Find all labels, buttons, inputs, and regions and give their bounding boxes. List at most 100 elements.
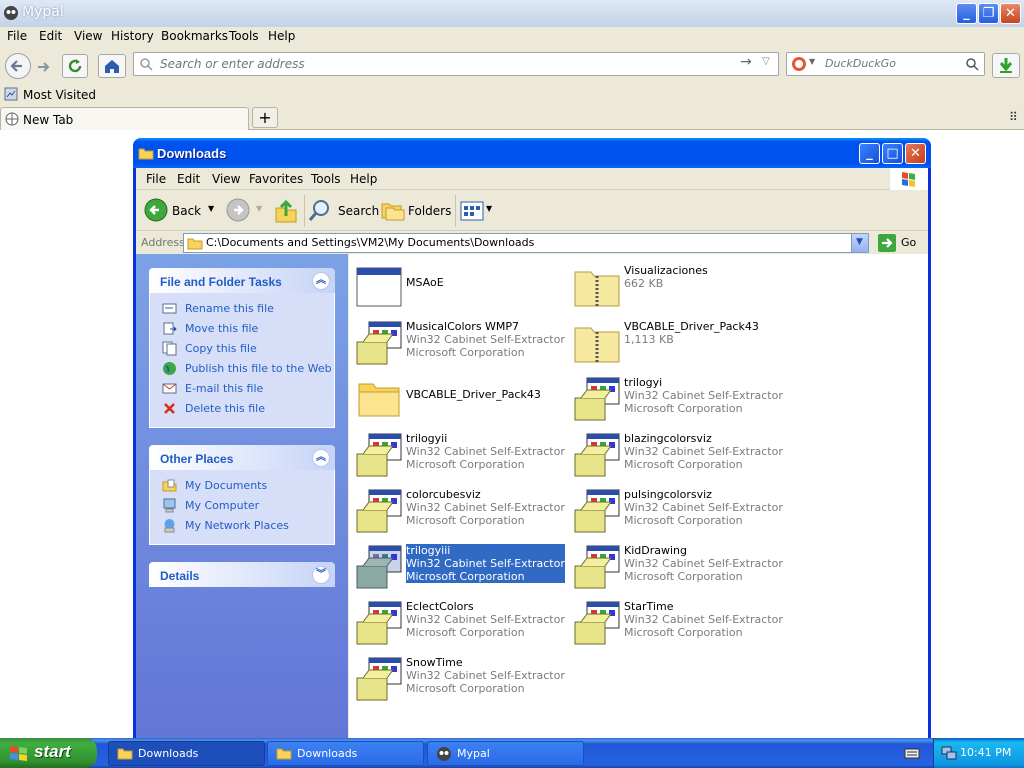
most-visited-bookmark[interactable]: Most Visited [23, 88, 96, 102]
menu-view[interactable]: View [74, 29, 102, 43]
expand-chevron-icon[interactable]: ︾ [312, 566, 330, 584]
file-item[interactable]: blazingcolorsviz Win32 Cabinet Self-Extra… [569, 428, 783, 482]
file-item[interactable]: SnowTime Win32 Cabinet Self-Extractor Micr… [351, 652, 565, 706]
menu-history[interactable]: History [111, 29, 154, 43]
exp-menu-edit[interactable]: Edit [177, 172, 200, 186]
browser-minimize-button[interactable]: _ [956, 3, 977, 24]
taskbar-button-downloads-2[interactable]: Downloads [267, 741, 424, 766]
exp-menu-tools[interactable]: Tools [311, 172, 341, 186]
details-header[interactable]: Details ︾ [149, 562, 335, 587]
exp-menu-help[interactable]: Help [350, 172, 377, 186]
clock[interactable]: 10:41 PM [960, 746, 1011, 759]
chevron-down-icon: ▼ [856, 237, 863, 247]
file-folder-tasks-header[interactable]: File and Folder Tasks ︽ [149, 268, 335, 293]
file-item[interactable]: StarTime Win32 Cabinet Self-Extractor Micr… [569, 596, 783, 650]
explorer-minimize-button[interactable]: _ [859, 143, 880, 164]
file-item[interactable]: pulsingcolorsviz Win32 Cabinet Self-Extra… [569, 484, 783, 538]
menu-help[interactable]: Help [268, 29, 295, 43]
file-company: Microsoft Corporation [624, 402, 743, 415]
place-network[interactable]: My Network Places [162, 516, 334, 536]
task-copy[interactable]: Copy this file [162, 339, 334, 359]
most-visited-icon [4, 87, 18, 101]
exp-menu-view[interactable]: View [212, 172, 240, 186]
move-icon [163, 322, 177, 335]
task-publish[interactable]: Publish this file to the Web [162, 359, 334, 379]
network-tray-icon[interactable] [941, 745, 957, 761]
search-bar[interactable]: ▼ [786, 52, 985, 76]
download-arrow-icon [999, 58, 1013, 73]
collapse-chevron-icon[interactable]: ︽ [312, 449, 330, 467]
home-button[interactable] [98, 54, 126, 78]
menu-tools[interactable]: Tools [229, 29, 259, 43]
exp-menu-file[interactable]: File [146, 172, 166, 186]
file-item[interactable]: trilogyii Win32 Cabinet Self-Extractor Mic… [351, 428, 565, 482]
other-places-box: Other Places ︽ My Documents My Computer … [149, 445, 335, 545]
file-item[interactable]: VBCABLE_Driver_Pack43 1,113 KB [569, 316, 779, 370]
url-dropdown-icon[interactable]: ▽ [762, 56, 770, 67]
file-item[interactable]: trilogyi Win32 Cabinet Self-Extractor Micr… [569, 372, 783, 426]
folders-button[interactable]: Folders [380, 198, 451, 224]
my-documents-icon [162, 479, 177, 492]
taskbar-button-mypal[interactable]: Mypal [427, 741, 584, 766]
other-places-header[interactable]: Other Places ︽ [149, 445, 335, 470]
menu-edit[interactable]: Edit [39, 29, 62, 43]
start-button[interactable]: start [0, 738, 97, 768]
file-item[interactable]: colorcubesviz Win32 Cabinet Self-Extracto… [351, 484, 565, 538]
views-button[interactable]: ▼ [460, 200, 496, 222]
place-my-documents[interactable]: My Documents [162, 476, 334, 496]
task-email[interactable]: E-mail this file [162, 379, 334, 399]
duckduckgo-logo-icon[interactable] [791, 56, 807, 72]
downloads-button[interactable] [992, 53, 1020, 78]
up-folder-icon[interactable] [274, 198, 298, 224]
exp-menu-favorites[interactable]: Favorites [249, 172, 303, 186]
address-path[interactable]: C:\Documents and Settings\VM2\My Documen… [206, 236, 534, 249]
forward-arrow-icon[interactable] [35, 58, 53, 76]
collapse-chevron-icon[interactable]: ︽ [312, 272, 330, 290]
file-company: Microsoft Corporation [406, 458, 525, 471]
task-move[interactable]: Move this file [162, 319, 334, 339]
new-tab-button[interactable]: + [252, 107, 278, 128]
forward-dropdown-icon[interactable]: ▼ [256, 204, 262, 213]
file-item[interactable]: VBCABLE_Driver_Pack43 [351, 372, 561, 426]
task-delete[interactable]: Delete this file [162, 399, 334, 419]
url-bar[interactable]: → ▽ [133, 52, 779, 76]
explorer-maximize-button[interactable]: □ [882, 143, 903, 164]
explorer-close-button[interactable]: ✕ [905, 143, 926, 164]
magnifier-icon[interactable] [965, 57, 979, 71]
back-dropdown-icon[interactable]: ▼ [208, 204, 214, 213]
explorer-window: Downloads _ □ ✕ File Edit View Favorites… [133, 138, 931, 738]
file-item-selected[interactable]: trilogyiii Win32 Cabinet Self-Extractor Mi… [351, 540, 565, 594]
file-item[interactable]: Visualizaciones 662 KB [569, 260, 779, 314]
search-button[interactable]: Search [308, 198, 379, 224]
place-network-label: My Network Places [185, 519, 289, 532]
views-dropdown-icon[interactable]: ▼ [486, 204, 492, 213]
go-arrow-green-icon [878, 234, 896, 252]
menu-file[interactable]: File [7, 29, 27, 43]
forward-button-explorer[interactable]: ▼ [226, 198, 262, 224]
browser-close-button[interactable]: ✕ [1000, 3, 1021, 24]
tab-new-tab[interactable]: New Tab [0, 107, 249, 130]
file-item[interactable]: KidDrawing Win32 Cabinet Self-Extractor Mi… [569, 540, 783, 594]
browser-restore-button[interactable]: ❐ [978, 3, 999, 24]
address-dropdown-button[interactable]: ▼ [851, 234, 868, 252]
url-input[interactable] [158, 56, 718, 72]
file-item[interactable]: MusicalColors WMP7 Win32 Cabinet Self-Ext… [351, 316, 565, 370]
search-input[interactable] [823, 56, 963, 71]
file-item[interactable]: MSAoE [351, 260, 561, 314]
place-my-computer[interactable]: My Computer [162, 496, 334, 516]
go-arrow-icon[interactable]: → [740, 54, 752, 70]
taskbar-button-downloads-1[interactable]: Downloads [108, 741, 265, 766]
explorer-title-bar[interactable]: Downloads _ □ ✕ [133, 138, 931, 168]
search-engine-dropdown-icon[interactable]: ▼ [809, 57, 815, 66]
reload-button[interactable] [62, 54, 88, 78]
back-green-icon [144, 198, 168, 222]
back-button-explorer[interactable]: Back ▼ [144, 198, 224, 224]
back-button[interactable] [5, 53, 31, 79]
go-button[interactable]: Go [877, 233, 925, 253]
tab-grid-icon[interactable]: ⠿ [1009, 110, 1018, 124]
task-rename[interactable]: Rename this file [162, 299, 334, 319]
keyboard-icon[interactable] [904, 746, 920, 760]
file-item[interactable]: EclectColors Win32 Cabinet Self-Extractor… [351, 596, 565, 650]
menu-bookmarks[interactable]: Bookmarks [161, 29, 228, 43]
address-field[interactable]: C:\Documents and Settings\VM2\My Documen… [183, 233, 869, 253]
